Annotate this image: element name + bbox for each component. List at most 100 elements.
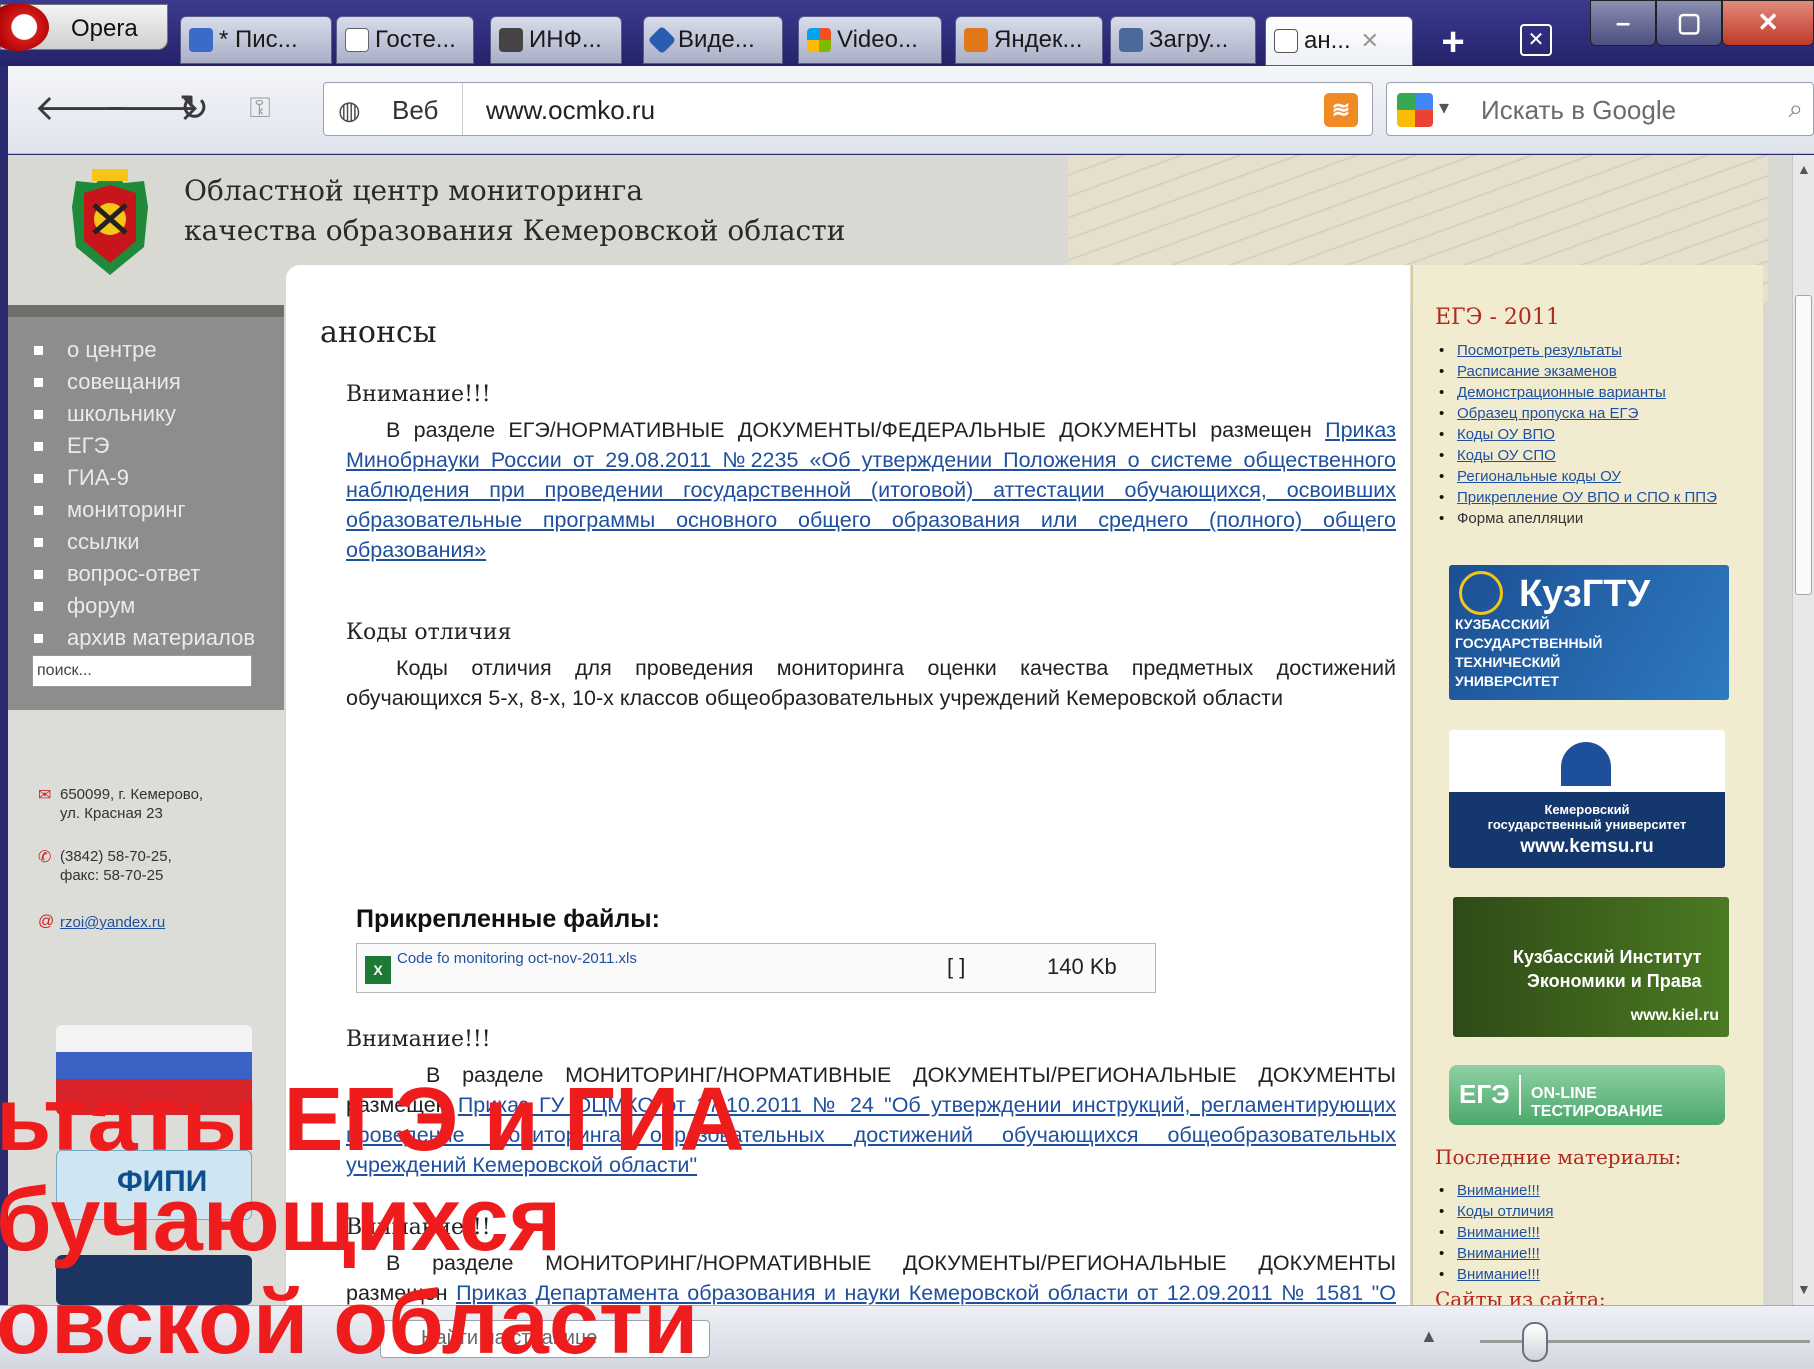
reload-icon[interactable]: ↻ — [172, 86, 216, 130]
search-icon[interactable]: ⌕ — [1788, 93, 1803, 125]
tab-announcements[interactable]: ан... ✕ — [1265, 16, 1413, 66]
tab-yandex[interactable]: Яндек... — [955, 16, 1103, 64]
latest-link[interactable]: Коды отличия — [1439, 1201, 1554, 1222]
page-icon — [345, 28, 369, 52]
ege-link[interactable]: Коды ОУ СПО — [1439, 445, 1727, 466]
tab-mail[interactable]: * Пис... — [180, 16, 332, 64]
site-search-input[interactable]: поиск... — [32, 655, 252, 687]
right-sidebar: ЕГЭ - 2011 Посмотреть результаты Расписа… — [1411, 265, 1763, 1305]
latest-link[interactable]: Внимание!!! — [1439, 1222, 1553, 1243]
sidebar-item-meetings[interactable]: совещания — [34, 369, 181, 395]
minimize-button[interactable]: – — [1590, 0, 1657, 46]
contact-phone: ✆ (3842) 58-70-25, факс: 58-70-25 — [38, 847, 172, 885]
sidebar-item-about[interactable]: о центре — [34, 337, 157, 363]
tab-label: ан... — [1304, 27, 1351, 54]
section-body: Коды отличия для проведения мониторинга … — [346, 656, 1396, 710]
section-heading: Коды отличия — [346, 620, 512, 645]
forward-arrow-icon[interactable]: 🡒 — [104, 86, 201, 130]
mail-icon — [189, 28, 213, 52]
zoom-up-icon[interactable]: ▲ — [1420, 1326, 1438, 1347]
trash-icon[interactable]: ✕ — [1520, 24, 1552, 56]
kiel-title: Кузбасский Институт Экономики и Права — [1513, 945, 1702, 993]
kiel-title-line: Экономики и Права — [1527, 971, 1702, 991]
tab-downloads[interactable]: Загру... — [1110, 16, 1256, 64]
close-window-button[interactable]: ✕ — [1722, 0, 1814, 46]
sidebar-item-label: мониторинг — [67, 497, 186, 522]
section-text: В разделе ЕГЭ/НОРМАТИВНЫЕ ДОКУМЕНТЫ/ФЕДЕ… — [346, 415, 1396, 565]
ege-link[interactable]: Демонстрационные варианты — [1439, 382, 1727, 403]
url-text[interactable]: www.ocmko.ru — [486, 95, 655, 126]
online-testing-banner[interactable]: ЕГЭ ON-LINE ТЕСТИРОВАНИЕ — [1449, 1065, 1725, 1125]
opera-menu-button[interactable]: Opera — [0, 3, 168, 51]
ege-link[interactable]: Образец пропуска на ЕГЭ — [1439, 403, 1727, 424]
sidebar-item-label: совещания — [67, 369, 181, 394]
file-link[interactable]: Code fo monitoring oct-nov-2011.xls — [397, 950, 637, 967]
kemsu-banner[interactable]: Кемеровский государственный университет … — [1449, 730, 1725, 868]
email-icon: @ — [38, 913, 55, 930]
bullet-icon — [34, 441, 43, 451]
ege-link: Форма апелляции — [1439, 508, 1727, 529]
opera-menu-label: Opera — [71, 15, 138, 42]
sidebar-item-links[interactable]: ссылки — [34, 529, 140, 555]
bullet-icon — [34, 473, 43, 483]
google-icon[interactable] — [1397, 93, 1433, 127]
section-heading: Внимание!!! — [346, 382, 491, 407]
maximize-button[interactable]: ▢ — [1656, 0, 1723, 46]
search-field[interactable]: ▾ Искать в Google ⌕ — [1386, 82, 1814, 136]
back-arrow-icon[interactable]: 🡐 — [34, 86, 131, 130]
overlay-title-line2: бучающихся — [0, 1170, 562, 1270]
kuzgtu-title: КузГТУ — [1519, 573, 1651, 615]
kuzgtu-banner[interactable]: КузГТУ КУЗБАССКИЙ ГОСУДАРСТВЕННЫЙ ТЕХНИЧ… — [1449, 565, 1729, 700]
vertical-scrollbar[interactable]: ▲ ▼ — [1792, 155, 1814, 1305]
chevron-down-icon[interactable]: ▾ — [1439, 95, 1449, 120]
address-line2: ул. Красная 23 — [60, 805, 163, 822]
ege-link[interactable]: Региональные коды ОУ — [1439, 466, 1727, 487]
tab-label: Яндек... — [994, 26, 1083, 53]
sidebar-item-label: ссылки — [67, 529, 140, 554]
address-bar[interactable]: ◍ Веб www.ocmko.ru ≋ — [323, 82, 1373, 136]
close-tab-icon[interactable]: ✕ — [1361, 28, 1379, 54]
sidebar-item-students[interactable]: школьнику — [34, 401, 176, 427]
file-size: 140 Kb — [1047, 954, 1117, 979]
latest-link[interactable]: Внимание!!! — [1439, 1180, 1553, 1201]
video-icon — [647, 25, 677, 55]
sidebar-item-faq[interactable]: вопрос-ответ — [34, 561, 200, 587]
ege-link[interactable]: Прикрепление ОУ ВПО и СПО к ППЭ — [1439, 487, 1727, 508]
tab-info[interactable]: ИНФ... — [490, 16, 622, 64]
new-tab-button[interactable]: + — [1433, 22, 1473, 62]
ege-link[interactable]: Коды ОУ ВПО — [1439, 424, 1727, 445]
kemsu-subtitle: Кемеровский государственный университет — [1449, 802, 1725, 832]
kiel-banner[interactable]: Кузбасский Институт Экономики и Права ww… — [1453, 897, 1729, 1037]
sidebar-item-archive[interactable]: архив материалов — [34, 625, 255, 651]
kemerovo-emblem-icon — [72, 169, 148, 275]
kemsu-sub-line: государственный университет — [1487, 817, 1687, 832]
ege-link[interactable]: Посмотреть результаты — [1439, 340, 1727, 361]
scroll-up-icon[interactable]: ▲ — [1797, 161, 1811, 177]
globe-icon: ◍ — [338, 95, 361, 125]
latest-link[interactable]: Внимание!!! — [1439, 1264, 1553, 1285]
sidebar-item-monitoring[interactable]: мониторинг — [34, 497, 186, 523]
tab-label: * Пис... — [219, 26, 298, 53]
tab-guest[interactable]: Госте... — [336, 16, 474, 64]
sidebar-item-gia9[interactable]: ГИА-9 — [34, 465, 129, 491]
scroll-down-icon[interactable]: ▼ — [1797, 1281, 1811, 1297]
online-testing-label: ON-LINE ТЕСТИРОВАНИЕ — [1531, 1085, 1663, 1120]
scrollbar-thumb[interactable] — [1795, 295, 1812, 595]
key-icon[interactable]: ⚿ — [238, 86, 282, 130]
ege-link[interactable]: Расписание экзаменов — [1439, 361, 1727, 382]
sidebar-item-forum[interactable]: форум — [34, 593, 135, 619]
tab-video-ru[interactable]: Виде... — [643, 16, 783, 64]
zoom-slider-handle[interactable] — [1522, 1322, 1548, 1362]
tab-bar: Opera * Пис... Госте... ИНФ... Виде... V… — [0, 0, 1814, 66]
email-link[interactable]: rzoi@yandex.ru — [60, 913, 165, 932]
rss-icon[interactable]: ≋ — [1324, 93, 1358, 127]
sidebar-item-ege[interactable]: ЕГЭ — [34, 433, 109, 459]
tab-video[interactable]: Video... — [798, 16, 942, 64]
kemsu-logo-icon — [1561, 742, 1611, 786]
location-icon: ✉ — [38, 787, 52, 804]
latest-link[interactable]: Внимание!!! — [1439, 1243, 1553, 1264]
banner-divider — [1519, 1075, 1521, 1115]
address-line1: 650099, г. Кемерово, — [60, 786, 204, 803]
link-icon — [499, 28, 523, 52]
kemsu-url: www.kemsu.ru — [1520, 836, 1654, 857]
